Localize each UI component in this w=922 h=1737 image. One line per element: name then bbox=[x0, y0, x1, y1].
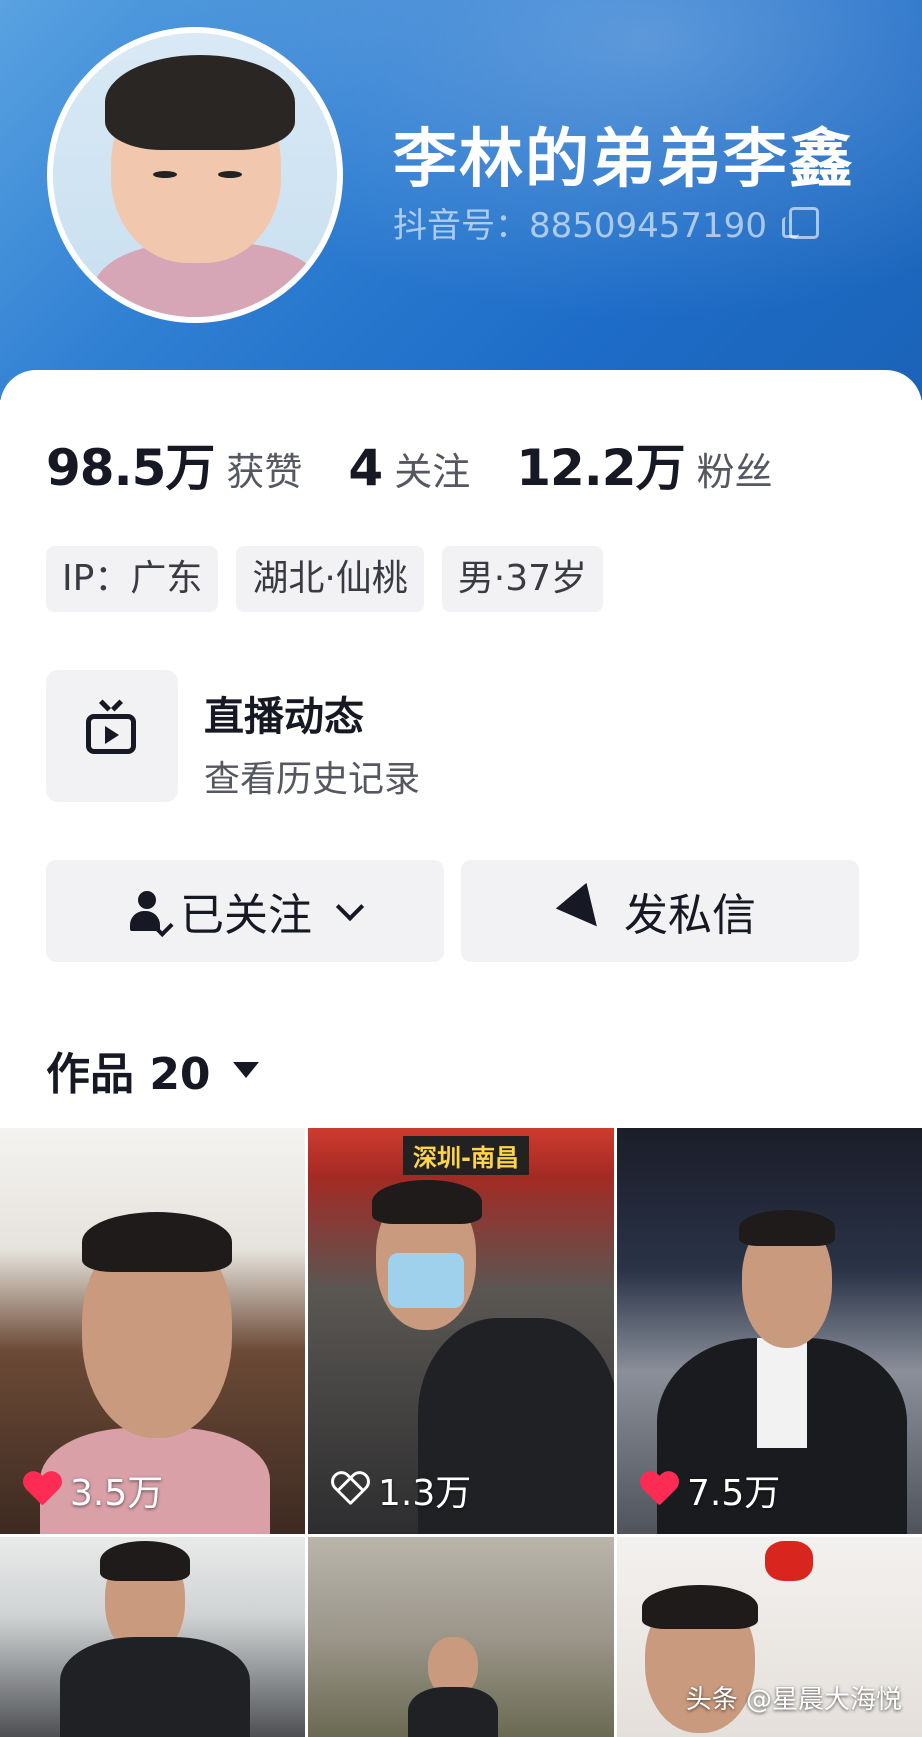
person-body bbox=[408, 1687, 498, 1737]
ip-location-tag: IP：广东 bbox=[46, 546, 219, 612]
heart-filled-icon bbox=[22, 1472, 62, 1508]
play-icon bbox=[105, 726, 119, 744]
likes-count[interactable]: 98.5万 bbox=[46, 428, 215, 500]
send-message-label: 发私信 bbox=[624, 890, 756, 941]
avatar-eye-right bbox=[218, 171, 242, 178]
video-grid: 3.5万 深圳-南昌 1.3万 7.5万 bbox=[0, 1128, 922, 1737]
white-shirt bbox=[757, 1338, 807, 1448]
gender-age-tag: 男·37岁 bbox=[441, 546, 604, 612]
profile-tags: IP：广东 湖北·仙桃 男·37岁 bbox=[46, 546, 604, 612]
profile-name: 李林的弟弟李鑫 bbox=[393, 123, 855, 197]
person-hair bbox=[100, 1541, 190, 1581]
like-count: 7.5万 bbox=[687, 1473, 781, 1514]
video-likes: 7.5万 bbox=[639, 1464, 780, 1516]
likes-label: 获赞 bbox=[226, 450, 303, 494]
tv-icon bbox=[86, 714, 136, 754]
works-tab[interactable]: 作品 20 bbox=[46, 1038, 259, 1102]
person-hair bbox=[642, 1585, 758, 1629]
heart-outline-icon bbox=[330, 1472, 370, 1508]
video-thumbnail[interactable] bbox=[0, 1537, 305, 1737]
following-label: 关注 bbox=[394, 450, 471, 494]
video-thumbnail[interactable]: 3.5万 bbox=[0, 1128, 305, 1534]
chinese-knot-decoration bbox=[765, 1541, 813, 1581]
person-body bbox=[60, 1637, 250, 1737]
live-history-entry[interactable]: 直播动态 查看历史记录 bbox=[46, 670, 646, 802]
following-count[interactable]: 4 bbox=[348, 439, 383, 497]
video-thumbnail[interactable]: 7.5万 bbox=[617, 1128, 922, 1534]
face-mask bbox=[388, 1253, 464, 1308]
video-thumbnail[interactable]: 深圳-南昌 1.3万 bbox=[308, 1128, 614, 1534]
person-hair bbox=[82, 1212, 232, 1272]
watermark-text: 头条 @星晨大海悦 bbox=[685, 1685, 902, 1715]
avatar-hair bbox=[105, 55, 295, 150]
person-hair bbox=[739, 1210, 835, 1246]
copy-icon[interactable] bbox=[781, 206, 819, 239]
send-icon bbox=[555, 882, 613, 940]
video-likes: 3.5万 bbox=[22, 1464, 163, 1516]
chevron-down-icon bbox=[335, 892, 365, 922]
profile-card: 98.5万 获赞 4 关注 12.2万 粉丝 IP：广东 湖北·仙桃 男·37岁… bbox=[0, 370, 922, 1737]
profile-avatar[interactable] bbox=[47, 27, 343, 323]
video-thumbnail[interactable] bbox=[308, 1537, 614, 1737]
avatar-eye-left bbox=[153, 171, 177, 178]
like-count: 3.5万 bbox=[70, 1473, 164, 1514]
live-icon-box bbox=[46, 670, 178, 802]
followed-button[interactable]: 已关注 bbox=[46, 860, 444, 962]
person-hair bbox=[372, 1180, 482, 1224]
followed-label: 已关注 bbox=[180, 890, 312, 941]
user-check-icon bbox=[130, 891, 174, 938]
followers-count[interactable]: 12.2万 bbox=[516, 428, 685, 500]
stats-row: 98.5万 获赞 4 关注 12.2万 粉丝 bbox=[46, 428, 819, 500]
like-count: 1.3万 bbox=[378, 1473, 472, 1514]
send-message-button[interactable]: 发私信 bbox=[461, 860, 859, 962]
douyin-id[interactable]: 抖音号：88509457190 bbox=[393, 198, 819, 247]
video-caption: 深圳-南昌 bbox=[403, 1136, 529, 1175]
live-title: 直播动态 bbox=[204, 694, 364, 740]
caret-down-icon bbox=[232, 1062, 259, 1078]
works-label: 作品 20 bbox=[46, 1049, 211, 1100]
hometown-tag[interactable]: 湖北·仙桃 bbox=[236, 546, 424, 612]
heart-filled-icon bbox=[639, 1472, 679, 1508]
live-subtitle: 查看历史记录 bbox=[204, 759, 421, 800]
douyin-id-text: 抖音号：88509457190 bbox=[393, 206, 767, 246]
followers-label: 粉丝 bbox=[696, 450, 773, 494]
video-likes: 1.3万 bbox=[330, 1464, 471, 1516]
